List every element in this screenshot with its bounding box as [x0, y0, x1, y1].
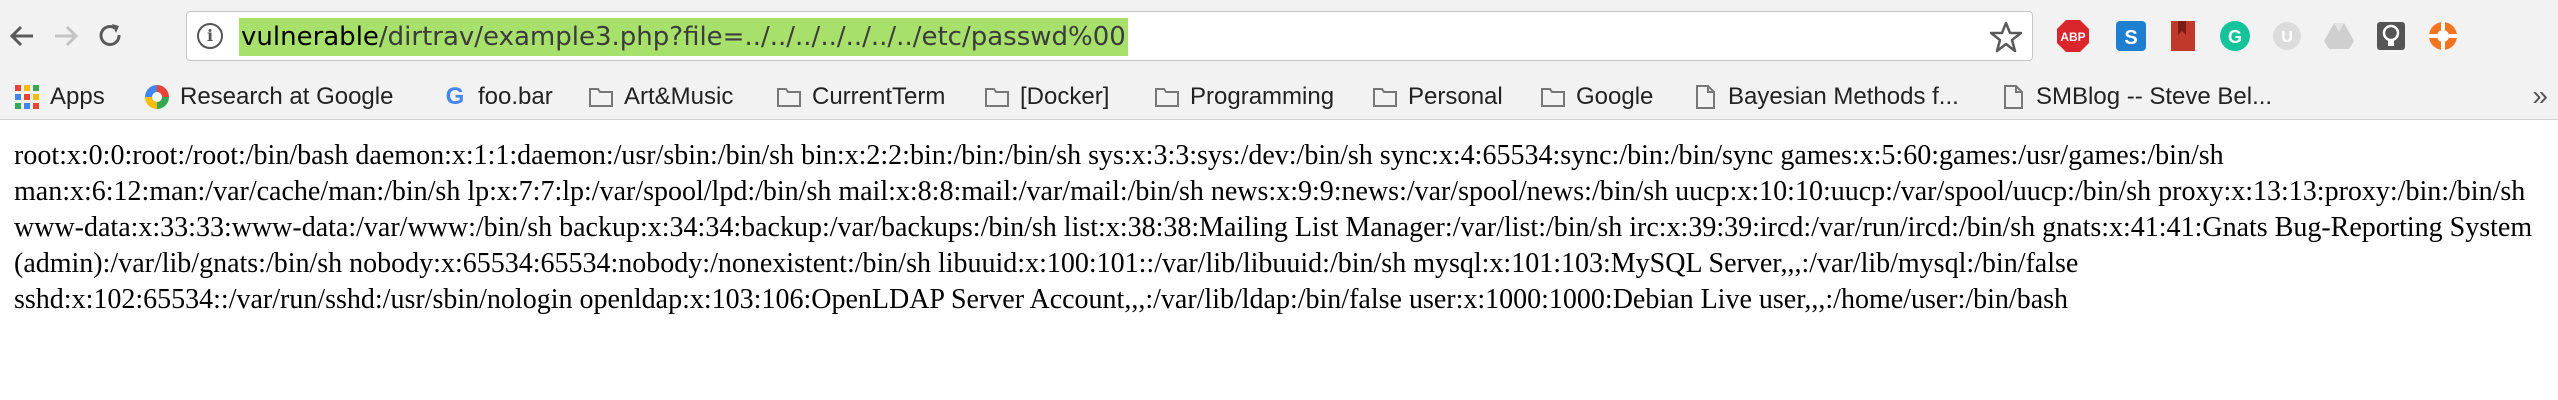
bookmark-label: foo.bar	[478, 83, 553, 110]
bookmark-folder-personal[interactable]: Personal	[1372, 74, 1503, 120]
bookmark-label: Apps	[50, 83, 105, 110]
apps-grid-icon	[15, 85, 39, 109]
back-button[interactable]	[0, 14, 44, 58]
adblock-icon[interactable]: ABP	[2056, 19, 2090, 53]
folder-icon	[589, 88, 613, 107]
url-text[interactable]: vulnerable/dirtrav/example3.php?file=../…	[239, 18, 1128, 56]
bookmark-research-at-google[interactable]: Research at Google	[144, 74, 393, 120]
bookmarks-overflow-icon[interactable]: »	[2532, 80, 2548, 112]
bookmark-apps[interactable]: Apps	[14, 74, 105, 120]
bookmark-folder-art-music[interactable]: Art&Music	[588, 74, 733, 120]
bookmark-label: Google	[1576, 83, 1654, 110]
bookmark-bayesian-methods[interactable]: Bayesian Methods f...	[1692, 74, 1959, 120]
svg-text:ABP: ABP	[2060, 30, 2085, 44]
lightbulb-icon[interactable]	[2374, 19, 2408, 53]
bookmark-foo-bar[interactable]: G foo.bar	[442, 74, 553, 120]
bookmark-smblog[interactable]: SMBlog -- Steve Bel...	[2000, 74, 2272, 120]
reload-button[interactable]	[88, 14, 132, 58]
bookmark-label: Research at Google	[180, 83, 394, 110]
page-icon	[1696, 85, 1715, 109]
svg-text:G: G	[2228, 27, 2242, 47]
s-extension-icon[interactable]: S	[2114, 19, 2148, 53]
bookmark-label: Art&Music	[624, 83, 734, 110]
forward-arrow-icon	[55, 25, 79, 47]
bookmark-folder-google[interactable]: Google	[1540, 74, 1653, 120]
forward-button[interactable]	[44, 14, 88, 58]
bookmark-star-icon[interactable]	[1988, 19, 2024, 55]
lifebuoy-icon[interactable]	[2426, 19, 2460, 53]
folder-icon	[985, 88, 1009, 107]
bookmark-label: Bayesian Methods f...	[1728, 83, 1959, 110]
back-arrow-icon	[9, 25, 33, 47]
bookmark-folder-docker[interactable]: [Docker]	[984, 74, 1109, 120]
bookmarks-bar: Apps Research at Google G foo.bar Art&Mu…	[0, 74, 2558, 120]
folder-icon	[1541, 88, 1565, 107]
bookmark-label: Personal	[1408, 83, 1503, 110]
reload-icon	[99, 24, 121, 46]
drive-icon[interactable]	[2322, 19, 2356, 53]
grammarly-icon[interactable]: G	[2218, 19, 2252, 53]
svg-text:S: S	[2124, 27, 2137, 49]
folder-icon	[1373, 88, 1397, 107]
bookmark-folder-currentterm[interactable]: CurrentTerm	[776, 74, 945, 120]
bookmark-label: CurrentTerm	[812, 83, 946, 110]
browser-toolbar: i vulnerable/dirtrav/example3.php?file=.…	[0, 0, 2558, 74]
url-path: /dirtrav/example3.php?file=../../../../.…	[378, 22, 1126, 52]
address-bar[interactable]: i vulnerable/dirtrav/example3.php?file=.…	[186, 11, 2033, 61]
ghost-extension-icon[interactable]: U	[2270, 19, 2304, 53]
bookmark-label: [Docker]	[1020, 83, 1110, 110]
bookmark-label: Programming	[1190, 83, 1335, 110]
url-host: vulnerable	[241, 22, 379, 52]
bookmark-label: SMBlog -- Steve Bel...	[2036, 83, 2273, 110]
bookmark-extension-icon[interactable]	[2166, 19, 2200, 53]
folder-icon	[1155, 88, 1179, 107]
page-content-text: root:x:0:0:root:/root:/bin/bash daemon:x…	[14, 140, 2533, 315]
folder-icon	[777, 88, 801, 107]
page-icon	[2004, 85, 2023, 109]
google-research-icon	[145, 85, 169, 109]
google-g-icon: G	[445, 83, 465, 110]
svg-text:U: U	[2281, 29, 2293, 46]
site-info-icon[interactable]: i	[197, 23, 223, 49]
bookmark-folder-programming[interactable]: Programming	[1154, 74, 1334, 120]
